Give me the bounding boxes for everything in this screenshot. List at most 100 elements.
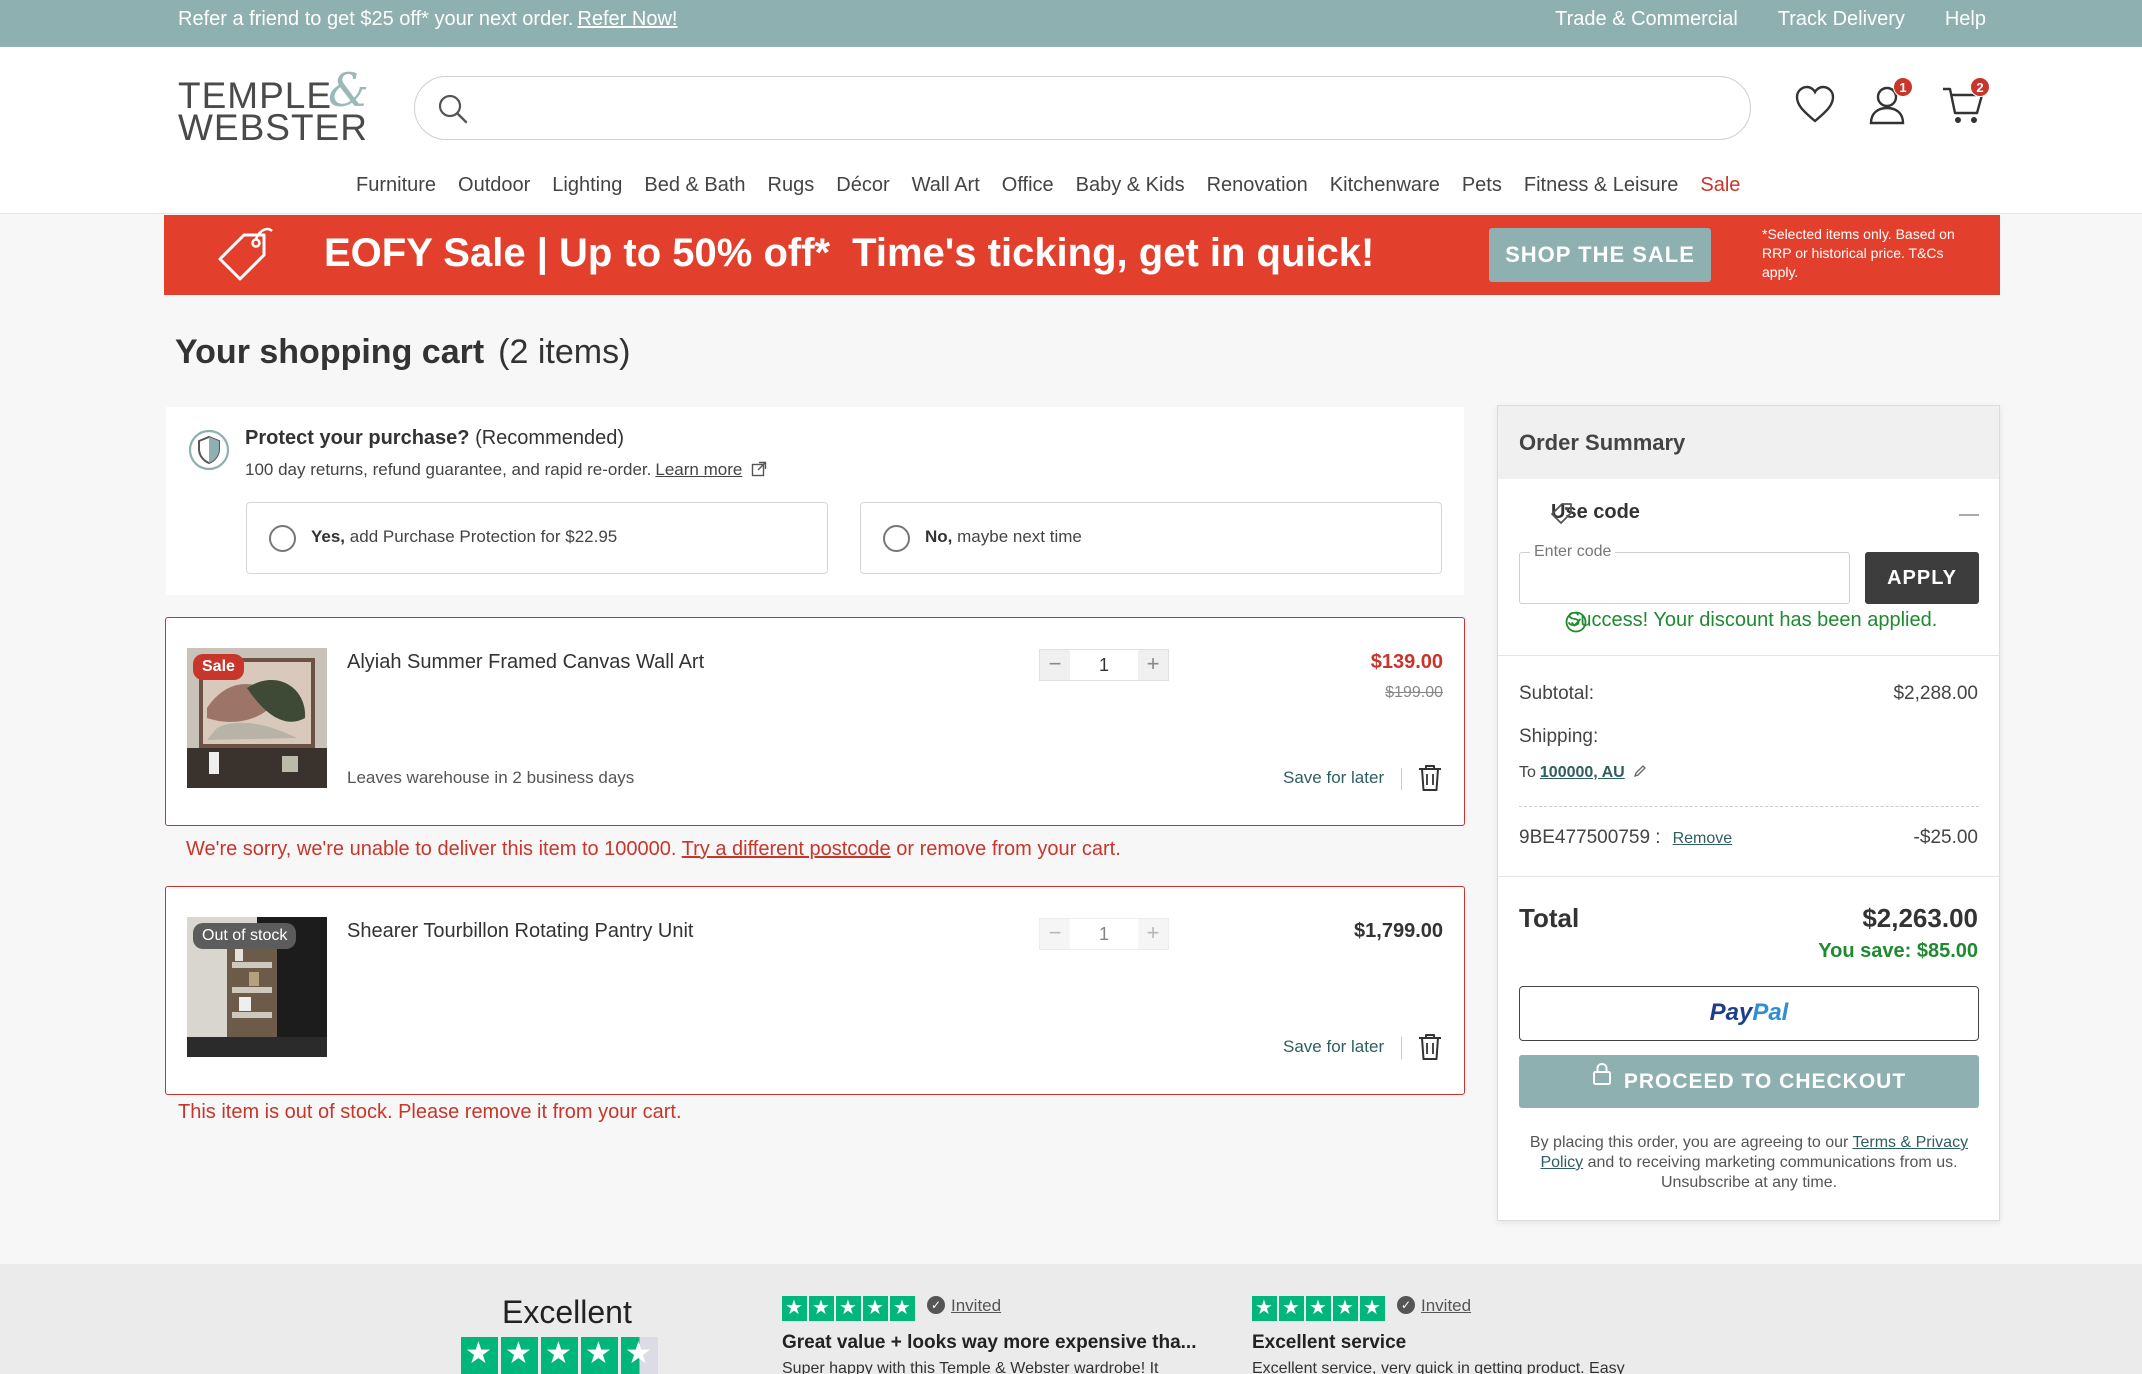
no-text: maybe next time [957, 527, 1082, 546]
nav-kitchenware[interactable]: Kitchenware [1330, 174, 1440, 197]
trash-icon[interactable] [1416, 1032, 1444, 1067]
lock-icon [1592, 1053, 1612, 1106]
protect-recommended: (Recommended) [475, 427, 625, 449]
decrease-qty-button[interactable]: − [1040, 919, 1070, 949]
paypal-button[interactable]: PayPal [1519, 986, 1979, 1041]
yes-text: add Purchase Protection for $22.95 [349, 527, 618, 546]
use-code-toggle[interactable]: Use code [1519, 501, 1640, 524]
review-title: Great value + looks way more expensive t… [782, 1332, 1197, 1353]
nav-renovation[interactable]: Renovation [1207, 174, 1308, 197]
protection-yes-option[interactable]: Yes, add Purchase Protection for $22.95 [246, 502, 828, 574]
reviews-footer: Excellent ✓ Invited Great value + looks w… [0, 1264, 2142, 1374]
nav-sale[interactable]: Sale [1700, 174, 1740, 197]
proceed-to-checkout-button[interactable]: PROCEED TO CHECKOUT [1519, 1055, 1979, 1108]
shop-the-sale-button[interactable]: SHOP THE SALE [1489, 228, 1711, 282]
success-text: Success! Your discount has been applied. [1567, 609, 1938, 631]
nav-bed-bath[interactable]: Bed & Bath [644, 174, 745, 197]
nav-furniture[interactable]: Furniture [356, 174, 436, 197]
heart-icon[interactable] [1793, 83, 1839, 129]
postcode-link[interactable]: 100000, AU [1540, 764, 1625, 781]
quantity-value[interactable]: 1 [1070, 919, 1138, 949]
nav-office[interactable]: Office [1002, 174, 1054, 197]
review-body: Excellent service, very quick in getting… [1252, 1360, 1625, 1374]
star-icon [1306, 1295, 1331, 1321]
help-link[interactable]: Help [1945, 8, 1986, 31]
star-icon [1333, 1295, 1358, 1321]
quantity-stepper: − 1 + [1039, 649, 1169, 681]
nav-baby-kids[interactable]: Baby & Kids [1076, 174, 1185, 197]
remove-coupon-link[interactable]: Remove [1673, 830, 1733, 847]
promo-code-field[interactable]: Enter code [1519, 543, 1850, 604]
search-bar[interactable] [414, 76, 1751, 140]
summary-divider [1498, 876, 1999, 877]
cart-title-text: Your shopping cart [175, 333, 485, 371]
delivery-error-text: We're sorry, we're unable to deliver thi… [186, 838, 677, 860]
save-for-later-link[interactable]: Save for later [1283, 1037, 1384, 1057]
learn-more-link[interactable]: Learn more [655, 460, 742, 479]
order-summary-title: Order Summary [1498, 406, 1999, 479]
referral-text: Refer a friend to get $25 off* your next… [178, 8, 574, 30]
product-image[interactable]: Out of stock [187, 917, 327, 1057]
check-icon: ✓ [927, 1296, 945, 1315]
promo-code-input[interactable] [1532, 565, 1832, 593]
banner-subheadline: Time's ticking, get in quick! [852, 231, 1375, 275]
protection-no-option[interactable]: No, maybe next time [860, 502, 1442, 574]
collapse-icon[interactable] [1959, 514, 1979, 516]
increase-qty-button[interactable]: + [1138, 919, 1168, 949]
review-card[interactable]: ✓ Invited Excellent service Excellent ser… [1252, 1295, 1625, 1374]
coupon-value: -$25.00 [1913, 827, 1978, 848]
apply-button[interactable]: APPLY [1865, 552, 1979, 604]
out-of-stock-error: This item is out of stock. Please remove… [178, 1101, 682, 1123]
quantity-value[interactable]: 1 [1070, 650, 1138, 680]
search-input[interactable] [485, 89, 1725, 127]
user-icon[interactable]: 1 [1867, 77, 1913, 129]
nav-decor[interactable]: Décor [836, 174, 889, 197]
nav-wall-art[interactable]: Wall Art [912, 174, 980, 197]
product-name[interactable]: Shearer Tourbillon Rotating Pantry Unit [347, 920, 693, 943]
review-title: Excellent service [1252, 1332, 1407, 1353]
product-name[interactable]: Alyiah Summer Framed Canvas Wall Art [347, 651, 704, 674]
nav-rugs[interactable]: Rugs [768, 174, 815, 197]
discount-success-message: Success! Your discount has been applied. [1540, 609, 1938, 633]
quantity-stepper: − 1 + [1039, 918, 1169, 950]
eofy-sale-banner[interactable]: EOFY Sale | Up to 50% off* Time's ticking… [164, 215, 2000, 295]
cart-icon[interactable]: 2 [1941, 77, 1990, 129]
trustpilot-rating-word: Excellent [502, 1294, 632, 1330]
different-postcode-link[interactable]: Try a different postcode [682, 838, 891, 860]
nav-pets[interactable]: Pets [1462, 174, 1502, 197]
ship-to: To 100000, AU [1519, 764, 1647, 782]
increase-qty-button[interactable]: + [1138, 650, 1168, 680]
save-for-later-link[interactable]: Save for later [1283, 768, 1384, 788]
trash-icon[interactable] [1416, 763, 1444, 798]
pencil-icon[interactable] [1629, 764, 1647, 781]
half-star-icon [621, 1336, 658, 1374]
protection-no-radio[interactable] [883, 525, 910, 552]
review-body: Super happy with this Temple & Webster w… [782, 1360, 1159, 1374]
invited-label: ✓ Invited [1397, 1296, 1471, 1316]
invited-text: Invited [1421, 1296, 1472, 1315]
protect-desc-text: 100 day returns, refund guarantee, and r… [245, 460, 652, 479]
review-card[interactable]: ✓ Invited Great value + looks way more ex… [782, 1295, 1197, 1374]
summary-divider [1498, 655, 1999, 656]
promo-code-label: Enter code [1530, 543, 1616, 561]
summary-divider-dashed [1519, 806, 1979, 807]
nav-lighting[interactable]: Lighting [552, 174, 622, 197]
price-tag-icon [216, 225, 276, 290]
star-icon [461, 1336, 498, 1374]
trade-commercial-link[interactable]: Trade & Commercial [1555, 8, 1738, 31]
check-circle-icon [1565, 611, 1587, 639]
banner-headline-main: EOFY Sale | Up to 50% off* [324, 231, 831, 275]
page-title: Your shopping cart (2 items) [175, 333, 630, 372]
yes-bold: Yes, [311, 527, 346, 546]
track-delivery-link[interactable]: Track Delivery [1778, 8, 1905, 31]
search-icon[interactable] [437, 93, 469, 130]
protection-yes-radio[interactable] [269, 525, 296, 552]
temple-webster-logo[interactable]: TEMPLE & WEBSTER [178, 63, 378, 149]
refer-now-link[interactable]: Refer Now! [577, 8, 677, 30]
nav-fitness-leisure[interactable]: Fitness & Leisure [1524, 174, 1679, 197]
review-stars [1252, 1295, 1385, 1321]
decrease-qty-button[interactable]: − [1040, 650, 1070, 680]
product-image[interactable]: Sale [187, 648, 327, 788]
nav-outdoor[interactable]: Outdoor [458, 174, 530, 197]
cart-badge: 2 [1970, 77, 1990, 97]
